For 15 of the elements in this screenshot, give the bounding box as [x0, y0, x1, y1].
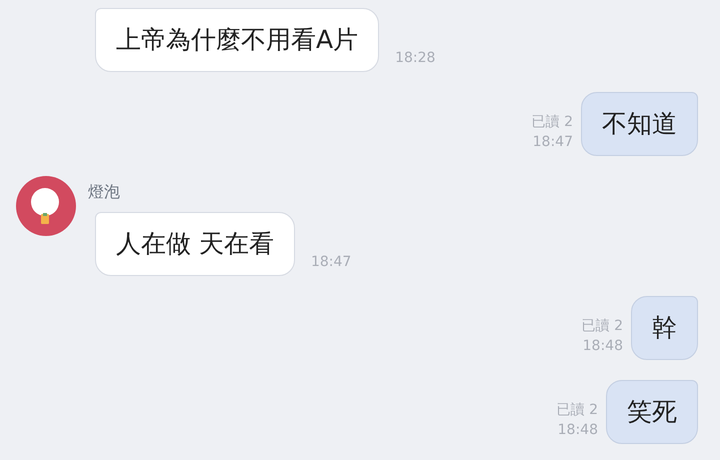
- timestamp: 18:47: [532, 133, 573, 152]
- timestamp: 18:48: [582, 337, 623, 356]
- read-receipt: 已讀 2: [582, 317, 623, 336]
- read-receipt: 已讀 2: [556, 401, 598, 420]
- message-bubble: 笑死: [606, 380, 698, 444]
- message-bubble: 人在做 天在看: [95, 212, 295, 276]
- message-bubble: 幹: [631, 296, 698, 360]
- sender-name: 燈泡: [88, 181, 121, 203]
- message-bubble: 不知道: [581, 92, 698, 156]
- read-receipt: 已讀 2: [532, 113, 573, 132]
- avatar-icon: [16, 176, 76, 236]
- message-bubble: 上帝為什麼不用看A片: [95, 8, 380, 72]
- timestamp: 18:47: [310, 253, 352, 272]
- timestamp: 18:48: [558, 421, 598, 440]
- timestamp: 18:28: [395, 49, 436, 68]
